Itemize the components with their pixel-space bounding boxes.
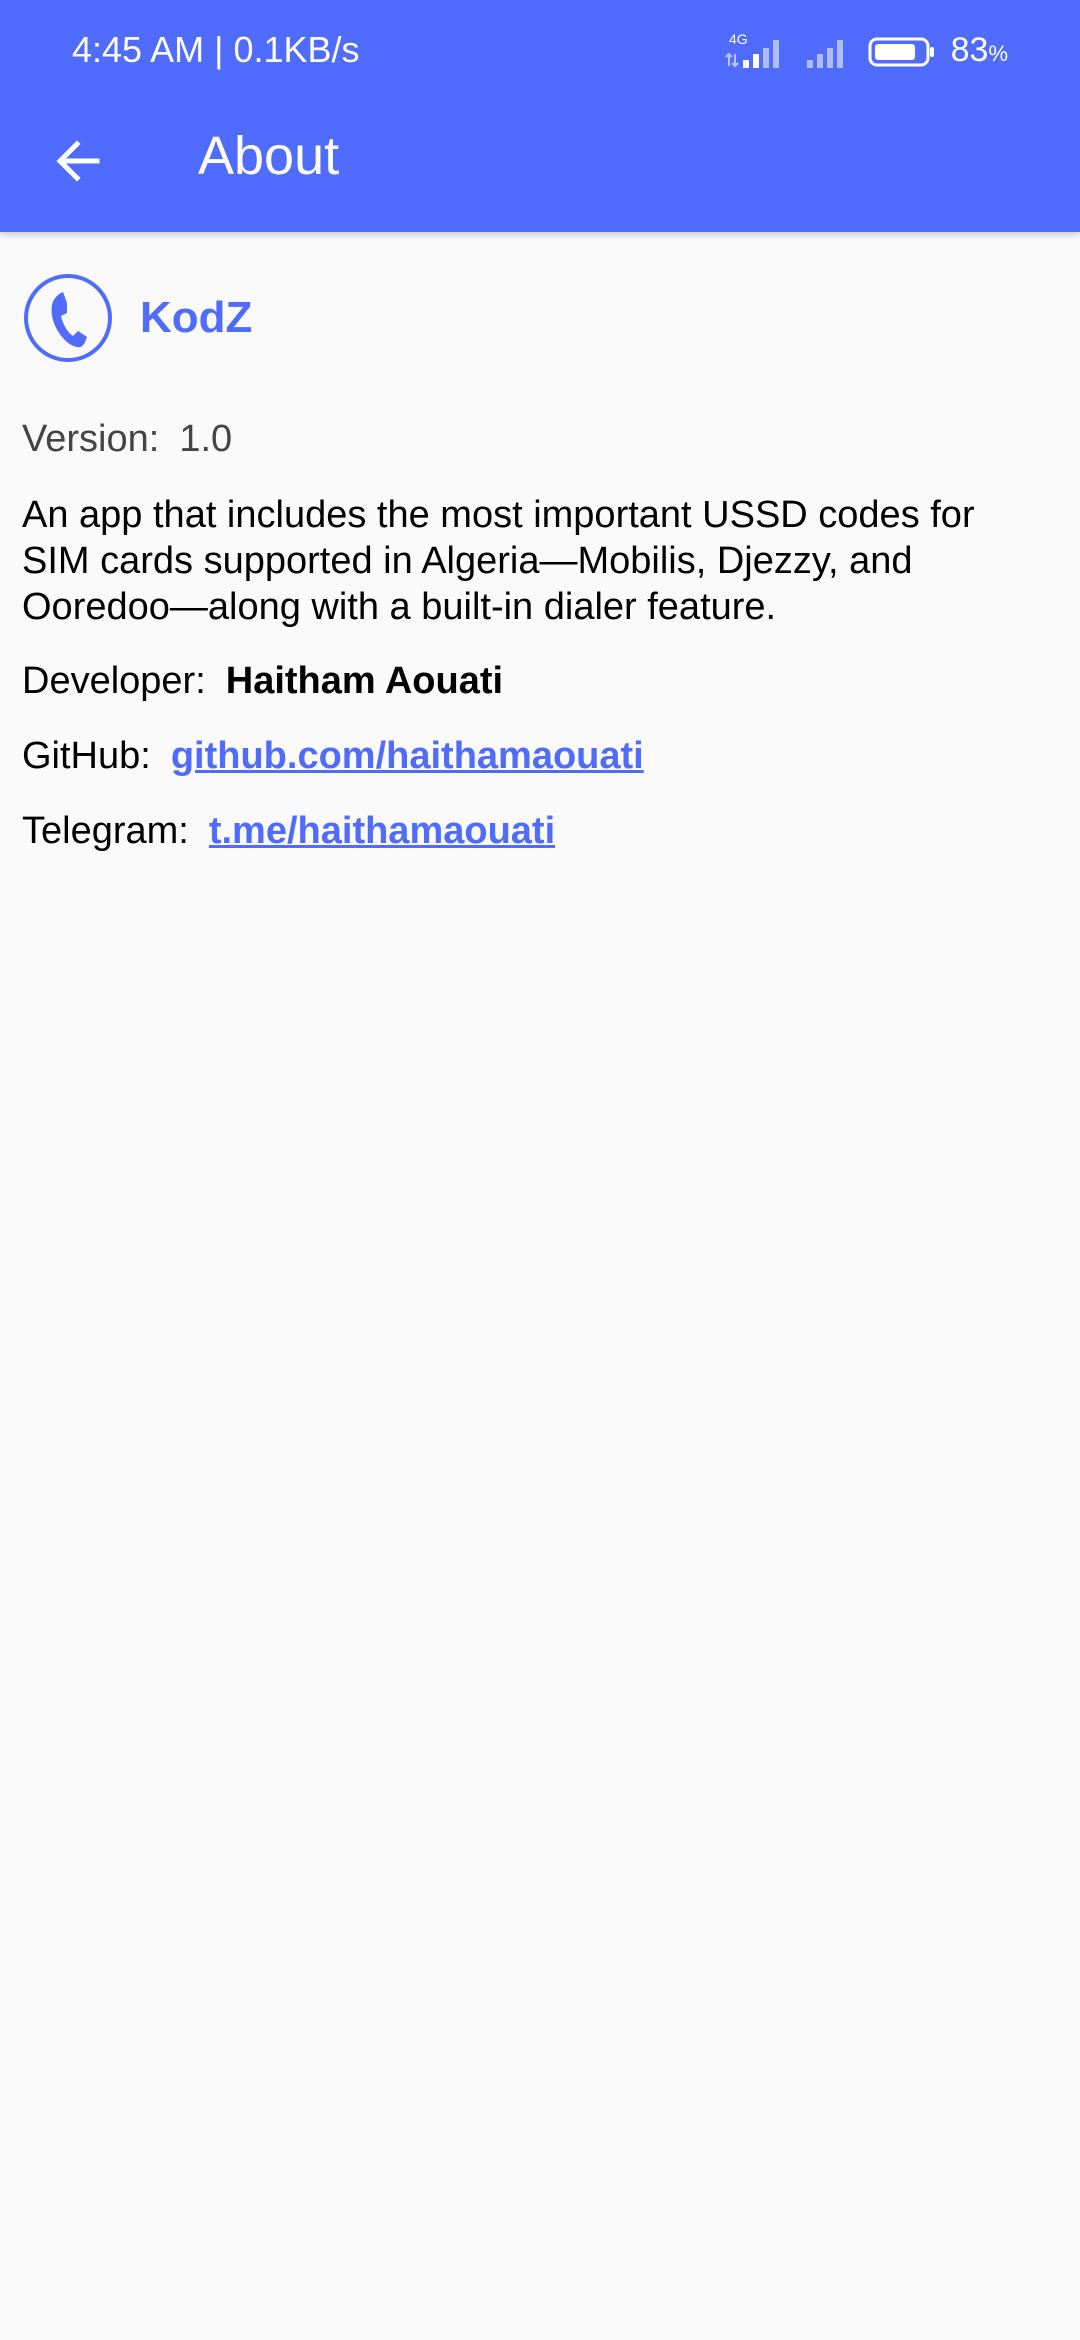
status-bar: 4:45 AM | 0.1KB/s 4G 83%	[0, 0, 1080, 100]
phone-circle-icon	[22, 272, 114, 364]
telegram-label: Telegram:	[22, 810, 189, 852]
app-description: An app that includes the most important …	[22, 494, 975, 628]
signal-4g-icon: 4G	[723, 32, 789, 72]
telegram-row: Telegram: t.me/haithamaouati	[22, 808, 555, 854]
back-button[interactable]	[40, 126, 114, 200]
status-time: 4:45 AM | 0.1KB/s	[72, 29, 360, 70]
battery-percent: 83%	[951, 24, 1008, 80]
svg-text:4G: 4G	[729, 32, 748, 47]
battery-percent-value: 83	[950, 31, 989, 69]
developer-name: Haitham Aouati	[225, 660, 504, 702]
version-row: Version: 1.0	[22, 416, 232, 462]
app-identity: KodZ	[22, 270, 252, 366]
status-icons: 4G 83%	[723, 26, 1008, 78]
header: 4:45 AM | 0.1KB/s 4G 83% About	[0, 0, 1080, 232]
github-link[interactable]: github.com/haithamaouati	[171, 735, 644, 777]
app-bar: About	[0, 100, 1080, 232]
battery-icon	[867, 32, 937, 72]
developer-label: Developer:	[22, 660, 206, 702]
github-row: GitHub: github.com/haithamaouati	[22, 733, 644, 779]
developer-row: Developer: Haitham Aouati	[22, 658, 503, 704]
about-screen: 4:45 AM | 0.1KB/s 4G 83% About KodZ Vers…	[0, 0, 1080, 2340]
telegram-link[interactable]: t.me/haithamaouati	[209, 810, 555, 852]
version-value: 1.0	[179, 418, 233, 460]
signal-icon	[803, 32, 853, 72]
github-label: GitHub:	[22, 735, 151, 777]
battery-percent-sign: %	[988, 41, 1008, 66]
version-label: Version:	[22, 418, 160, 460]
app-name: KodZ	[140, 293, 253, 342]
page-title: About	[198, 126, 340, 186]
arrow-back-icon	[51, 135, 103, 192]
